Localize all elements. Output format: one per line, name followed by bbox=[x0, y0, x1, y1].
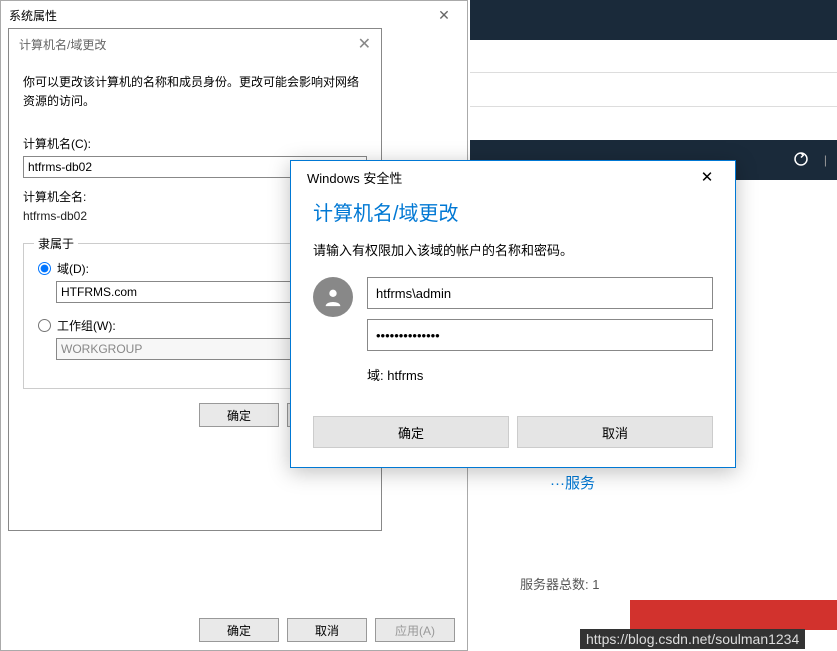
apply-button: 应用(A) bbox=[375, 618, 455, 642]
domain-value: htfrms bbox=[387, 368, 423, 383]
server-count-label: 服务器总数: 1 bbox=[520, 574, 599, 593]
instruction-text: 请输入有权限加入该域的帐户的名称和密码。 bbox=[313, 240, 713, 259]
domain-radio-label: 域(D): bbox=[57, 260, 89, 277]
password-input[interactable] bbox=[367, 319, 713, 351]
computer-name-label: 计算机名(C): bbox=[23, 135, 367, 152]
ok-button[interactable]: 确定 bbox=[199, 403, 279, 427]
domain-line: 域: htfrms bbox=[367, 365, 713, 384]
divider bbox=[470, 106, 837, 107]
user-icon bbox=[313, 277, 353, 317]
bg-red-button[interactable] bbox=[630, 600, 837, 630]
win1-title-text: 系统属性 bbox=[9, 7, 57, 24]
cancel-button[interactable]: 取消 bbox=[287, 618, 367, 642]
win3-titlebar: Windows 安全性 ✕ bbox=[291, 161, 735, 193]
cancel-button[interactable]: 取消 bbox=[517, 416, 713, 448]
divider bbox=[470, 72, 837, 73]
workgroup-radio-label: 工作组(W): bbox=[57, 317, 116, 334]
ok-button[interactable]: 确定 bbox=[313, 416, 509, 448]
dialog-heading: 计算机名/域更改 bbox=[313, 197, 713, 226]
watermark: https://blog.csdn.net/soulman1234 bbox=[580, 629, 805, 649]
description-text: 你可以更改该计算机的名称和成员身份。更改可能会影响对网络资源的访问。 bbox=[23, 73, 367, 111]
win2-titlebar: 计算机名/域更改 ✕ bbox=[9, 29, 381, 59]
close-icon[interactable]: ✕ bbox=[358, 34, 371, 54]
close-icon[interactable]: ✕ bbox=[429, 7, 459, 24]
refresh-icon[interactable] bbox=[792, 150, 810, 171]
bg-titlebar bbox=[470, 0, 837, 40]
workgroup-radio[interactable] bbox=[38, 319, 51, 332]
win1-titlebar: 系统属性 ✕ bbox=[1, 1, 467, 29]
win2-title-text: 计算机名/域更改 bbox=[19, 36, 106, 53]
divider: | bbox=[824, 153, 827, 167]
username-input[interactable] bbox=[367, 277, 713, 309]
member-of-label: 隶属于 bbox=[34, 235, 78, 252]
win3-titlebar-text: Windows 安全性 bbox=[307, 168, 402, 187]
domain-prefix: 域: bbox=[367, 368, 387, 383]
bg-link-2[interactable]: ···服务 bbox=[550, 472, 595, 493]
windows-security-dialog: Windows 安全性 ✕ 计算机名/域更改 请输入有权限加入该域的帐户的名称和… bbox=[290, 160, 736, 468]
close-icon[interactable]: ✕ bbox=[687, 163, 727, 191]
domain-radio[interactable] bbox=[38, 262, 51, 275]
ok-button[interactable]: 确定 bbox=[199, 618, 279, 642]
